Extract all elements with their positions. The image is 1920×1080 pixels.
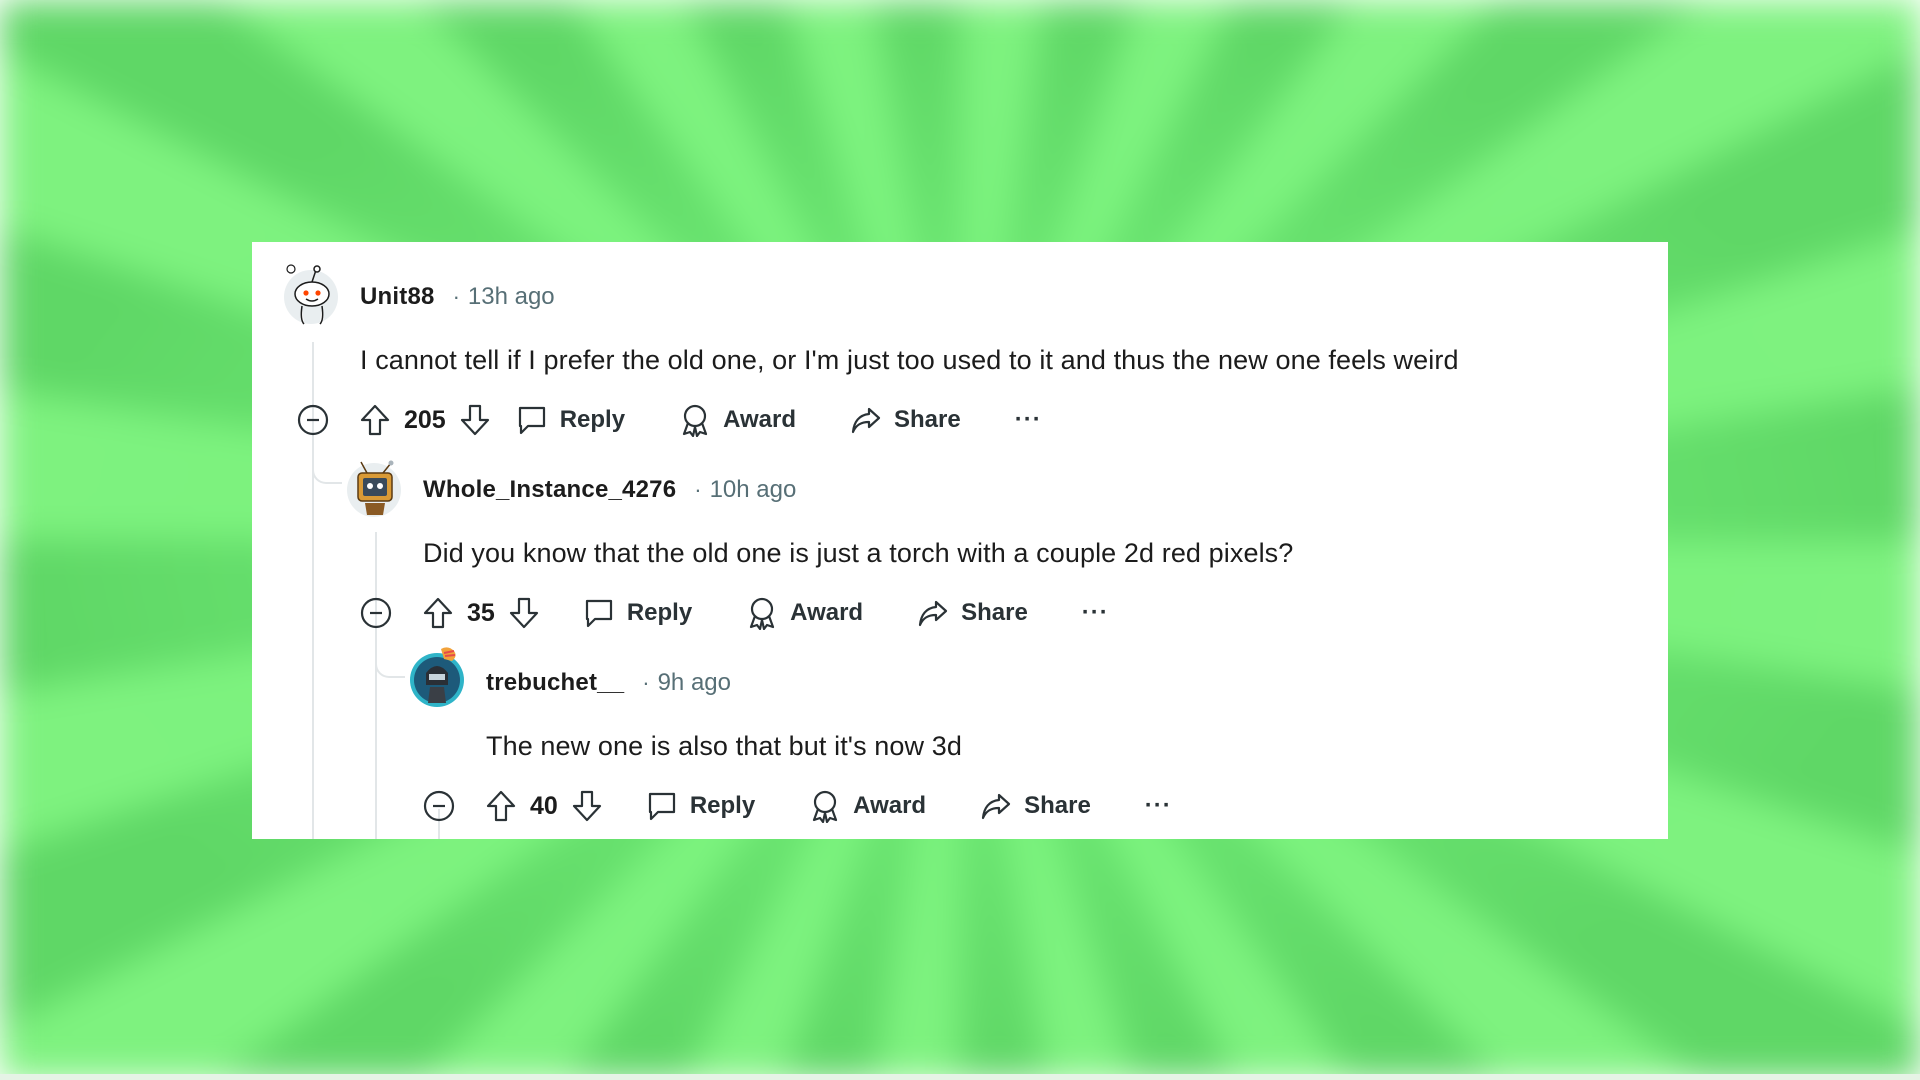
share-button[interactable]: Share bbox=[850, 404, 961, 436]
reply-button[interactable]: Reply bbox=[646, 790, 755, 822]
comment-actions: 40 Reply Award Share ··· bbox=[420, 784, 1172, 828]
thread-connector-3 bbox=[375, 652, 405, 678]
share-arrow-icon bbox=[981, 793, 1011, 820]
collapse-button[interactable] bbox=[294, 400, 332, 440]
comment-actions: 35 Reply Award Share ··· bbox=[357, 591, 1109, 635]
share-label: Share bbox=[961, 599, 1028, 626]
reply-label: Reply bbox=[559, 406, 626, 433]
collapse-button[interactable] bbox=[420, 786, 458, 826]
upvote-button[interactable] bbox=[356, 400, 394, 440]
award-button[interactable]: Award bbox=[746, 596, 863, 630]
award-label: Award bbox=[790, 599, 864, 626]
comment-header: Whole_Instance_4276 · 10h ago bbox=[423, 470, 796, 510]
timestamp[interactable]: 9h ago bbox=[658, 669, 731, 697]
comment-thread-card: Unit88 · 13h ago I cannot tell if I pref… bbox=[252, 242, 1668, 839]
comment-header: Unit88 · 13h ago bbox=[360, 277, 555, 317]
avatar[interactable] bbox=[345, 457, 403, 517]
avatar[interactable] bbox=[282, 264, 340, 325]
award-button[interactable]: Award bbox=[809, 789, 926, 823]
upvote-arrow-icon bbox=[360, 404, 390, 436]
downvote-button[interactable] bbox=[568, 786, 606, 826]
comment-bubble-icon bbox=[585, 599, 612, 628]
avatar[interactable] bbox=[408, 647, 466, 707]
award-ribbon-icon bbox=[682, 404, 708, 437]
reply-button[interactable]: Reply bbox=[583, 597, 692, 629]
tv-robot-avatar-icon bbox=[347, 460, 401, 517]
thread-line-level-2[interactable] bbox=[375, 532, 377, 839]
upvote-arrow-icon bbox=[486, 790, 516, 822]
username[interactable]: Whole_Instance_4276 bbox=[423, 476, 676, 504]
award-label: Award bbox=[723, 406, 796, 433]
share-button[interactable]: Share bbox=[917, 597, 1028, 629]
share-label: Share bbox=[894, 406, 961, 433]
comment-actions: 205 Reply Award Share ··· bbox=[294, 398, 1042, 442]
comment-text: The new one is also that but it's now 3d bbox=[486, 731, 962, 761]
thread-connector-2 bbox=[312, 458, 342, 484]
separator-dot: · bbox=[452, 284, 460, 309]
award-ribbon-icon bbox=[750, 597, 775, 630]
downvote-arrow-icon bbox=[509, 597, 538, 629]
bottom-strip bbox=[0, 1074, 1920, 1080]
award-button[interactable]: Award bbox=[679, 403, 796, 437]
collapse-minus-icon bbox=[360, 597, 392, 629]
comment-bubble-icon bbox=[648, 792, 675, 821]
upvote-button[interactable] bbox=[419, 593, 457, 633]
username[interactable]: Unit88 bbox=[360, 283, 435, 311]
reply-label: Reply bbox=[689, 792, 756, 819]
award-ribbon-icon bbox=[813, 790, 838, 823]
collapse-minus-icon bbox=[297, 404, 329, 436]
award-label: Award bbox=[853, 792, 927, 819]
reply-label: Reply bbox=[626, 599, 693, 626]
separator-dot: · bbox=[642, 670, 650, 695]
share-label: Share bbox=[1024, 792, 1091, 819]
downvote-button[interactable] bbox=[456, 400, 494, 440]
snoo-avatar-icon bbox=[284, 264, 338, 325]
more-options-button[interactable]: ··· bbox=[1082, 599, 1109, 627]
comment-text: Did you know that the old one is just a … bbox=[423, 538, 1294, 568]
comment-text: I cannot tell if I prefer the old one, o… bbox=[360, 345, 1459, 375]
timestamp[interactable]: 13h ago bbox=[468, 283, 555, 311]
more-options-button[interactable]: ··· bbox=[1145, 792, 1172, 820]
downvote-arrow-icon bbox=[572, 790, 601, 822]
vote-score: 205 bbox=[404, 405, 446, 434]
separator-dot: · bbox=[694, 477, 702, 502]
vote-score: 40 bbox=[530, 791, 558, 820]
timestamp[interactable]: 10h ago bbox=[710, 476, 797, 504]
username[interactable]: trebuchet__ bbox=[486, 669, 624, 697]
comment-bubble-icon bbox=[518, 406, 545, 435]
vote-score: 35 bbox=[467, 598, 495, 627]
downvote-button[interactable] bbox=[505, 593, 543, 633]
more-options-button[interactable]: ··· bbox=[1015, 406, 1042, 434]
collapse-button[interactable] bbox=[357, 593, 395, 633]
collapse-minus-icon bbox=[423, 790, 455, 822]
share-arrow-icon bbox=[851, 407, 881, 434]
upvote-button[interactable] bbox=[482, 786, 520, 826]
upvote-arrow-icon bbox=[423, 597, 453, 629]
share-arrow-icon bbox=[918, 600, 948, 627]
comment-header: trebuchet__ · 9h ago bbox=[486, 663, 731, 703]
downvote-arrow-icon bbox=[460, 404, 489, 436]
reply-button[interactable]: Reply bbox=[516, 404, 625, 436]
knight-avatar-icon bbox=[410, 647, 464, 707]
share-button[interactable]: Share bbox=[980, 790, 1091, 822]
